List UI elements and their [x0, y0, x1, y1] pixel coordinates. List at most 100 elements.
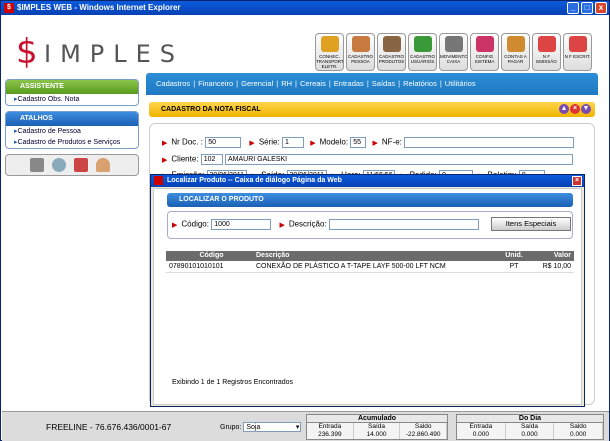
close-window-button[interactable]: x [595, 2, 607, 14]
nav-item[interactable]: Relatórios [403, 79, 437, 88]
acumulado-title: Acumulado [307, 415, 447, 423]
descricao-input[interactable] [328, 219, 479, 230]
cliente-code-input[interactable]: 102 [200, 154, 223, 165]
toolbar-button-label: MOVIMENTO CAIXA [440, 54, 468, 64]
status-footer: FREELINE - 76.676.436/0001-67 Grupo: Soj… [2, 411, 609, 441]
section-title: CADASTRO DA NOTA FISCAL [161, 106, 261, 113]
required-arrow-icon: ▶ [249, 139, 255, 147]
grupo-field: Grupo: Soja [220, 422, 302, 432]
nav-item[interactable]: Cadastros [156, 79, 190, 88]
nav-item[interactable]: Cereais [300, 79, 326, 88]
user-icon[interactable] [96, 158, 110, 172]
grupo-label: Grupo: [220, 423, 242, 431]
toolbar-button-label: CADASTRO PESSOA [347, 54, 373, 64]
calculator-icon[interactable] [30, 158, 44, 172]
down-icon[interactable]: ▼ [581, 104, 591, 114]
toolbar-button[interactable]: CADASTRO USUÁRIOS [408, 33, 437, 71]
toolbar-tile-icon [506, 36, 525, 52]
dodia-title: Do Dia [457, 415, 603, 423]
sidebar-item-cadastro-pessoa[interactable]: Cadastro de Pessoa [6, 126, 138, 137]
table-row[interactable]: 07890101010101 CONEXÃO DE PLÁSTICO A T-T… [166, 261, 574, 273]
toolbar-button[interactable]: CADASTRO PESSOA [346, 33, 375, 71]
localizar-produto-dialog: Localizar Produto -- Caixa de diálogo Pá… [150, 174, 585, 407]
cliente-name-input[interactable]: AMAURI GALESKI [224, 154, 573, 165]
logo-dollar: $ [16, 32, 38, 72]
cell-descricao: CONEXÃO DE PLÁSTICO A T-TAPE LAYF 500-00… [256, 263, 446, 270]
toolbar: CONHEC. TRANSPORTE ELETR. CADASTRO PESSOA… [315, 33, 592, 71]
nav-separator: | [193, 79, 196, 88]
dialog-close-button[interactable]: × [572, 176, 582, 186]
required-arrow-icon: ▶ [162, 139, 168, 147]
nav-item[interactable]: Financeiro [198, 79, 233, 88]
col-unid[interactable]: Unid. [500, 251, 528, 261]
nr-doc-label: Nr Doc. : [171, 137, 203, 147]
toolbar-tile-icon [475, 36, 494, 52]
maximize-button[interactable]: □ [581, 2, 593, 14]
cell-valor: R$ 10,00 [542, 263, 571, 270]
dodia-saida: 0.000 [506, 431, 555, 439]
section-header: CADASTRO DA NOTA FISCAL ▲ × ▼ [149, 102, 595, 117]
minimize-button[interactable]: _ [567, 2, 579, 14]
col-codigo[interactable]: Código [166, 251, 254, 261]
acumulado-entrada: 236.399 [307, 431, 354, 439]
atalhos-panel: ATALHOS Cadastro de Pessoa Cadastro de P… [5, 111, 139, 149]
modelo-label: Modelo: [319, 137, 349, 147]
toolbar-button[interactable]: CADASTRO PRODUTOS [377, 33, 406, 71]
toolbar-button[interactable]: CONFIG SISTEMA [470, 33, 499, 71]
toolbar-tile-icon [382, 36, 401, 52]
nav-separator: | [439, 79, 442, 88]
acumulado-saldo: -22.860.490 [400, 431, 448, 439]
nr-doc-input[interactable]: 50 [205, 137, 242, 148]
nav-item[interactable]: Entradas [334, 79, 364, 88]
dodia-col: Entrada [457, 423, 506, 431]
dialog-title: Localizar Produto -- Caixa de diálogo Pá… [167, 177, 342, 184]
required-arrow-icon: ▶ [372, 139, 378, 147]
itens-especiais-button[interactable]: Itens Especiais [491, 217, 571, 231]
dodia-col: Saída [506, 423, 555, 431]
quick-icons [5, 154, 139, 176]
nfe-input[interactable] [404, 137, 575, 148]
close-icon[interactable]: × [570, 104, 580, 114]
nav-separator: | [398, 79, 401, 88]
codigo-input[interactable]: 1000 [211, 219, 272, 230]
atalhos-title: ATALHOS [6, 112, 138, 126]
col-descricao[interactable]: Descrição [254, 251, 500, 261]
sidebar-item-cadastro-obs-nota[interactable]: Cadastro Obs. Nota [6, 94, 138, 105]
nav-item[interactable]: Utilitários [445, 79, 476, 88]
dialog-body: LOCALIZAR O PRODUTO ▶ Código: 1000 ▶ Descr… [153, 188, 582, 405]
up-icon[interactable]: ▲ [559, 104, 569, 114]
toolbar-tile-icon [568, 36, 587, 52]
toolbar-button[interactable]: N F ESCRIT. [563, 33, 592, 71]
toolbar-button-label: CONFIG SISTEMA [474, 54, 495, 64]
nav-item[interactable]: Gerencial [241, 79, 273, 88]
sidebar-item-cadastro-produtos[interactable]: Cadastro de Produtos e Serviços [6, 137, 138, 148]
required-arrow-icon: ▶ [172, 221, 178, 229]
serie-input[interactable]: 1 [281, 137, 304, 148]
logo-text: IMPLES [44, 40, 185, 68]
main-nav: Cadastros | Financeiro | Gerencial | RH | Cereai… [146, 73, 598, 95]
toolbar-tile-icon [413, 36, 432, 52]
calendar-icon[interactable] [74, 158, 88, 172]
nav-item[interactable]: RH [281, 79, 292, 88]
window-titlebar: $ $IMPLES WEB - Windows Internet Explore… [1, 1, 609, 15]
toolbar-button[interactable]: N F EMISSÃO [532, 33, 561, 71]
search-icon[interactable] [52, 158, 66, 172]
acumulado-col: Saída [354, 423, 401, 431]
toolbar-button-label: CADASTRO PRODUTOS [378, 54, 405, 64]
modelo-input[interactable]: 55 [350, 137, 367, 148]
grupo-select[interactable]: Soja [243, 422, 302, 432]
toolbar-tile-icon [537, 36, 556, 52]
toolbar-button[interactable]: CONHEC. TRANSPORTE ELETR. [315, 33, 344, 71]
toolbar-button[interactable]: MOVIMENTO CAIXA [439, 33, 468, 71]
required-arrow-icon: ▶ [279, 221, 285, 229]
col-valor[interactable]: Valor Unitário [528, 251, 574, 269]
toolbar-button-label: CONTAS A PAGAR [504, 54, 527, 64]
toolbar-button-label: N F ESCRIT. [564, 54, 591, 59]
cliente-label: Cliente: [171, 154, 199, 164]
company-id: FREELINE - 76.676.436/0001-67 [46, 422, 172, 432]
sidebar: ASSISTENTE Cadastro Obs. Nota ATALHOS Ca… [5, 79, 139, 189]
nav-item[interactable]: Saídas [372, 79, 395, 88]
descricao-label: Descrição: [288, 219, 327, 229]
toolbar-button[interactable]: CONTAS A PAGAR [501, 33, 530, 71]
dodia-entrada: 0.000 [457, 431, 506, 439]
